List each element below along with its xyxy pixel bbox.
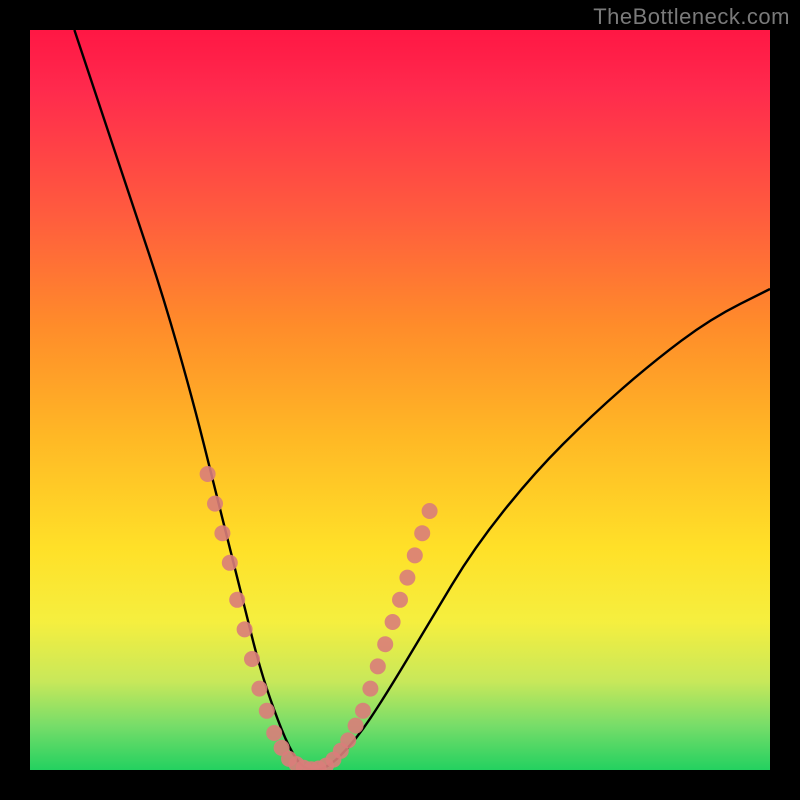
highlight-dot bbox=[399, 570, 415, 586]
highlight-dot bbox=[251, 681, 267, 697]
highlight-dot bbox=[348, 718, 364, 734]
chart-frame: TheBottleneck.com bbox=[0, 0, 800, 800]
highlight-dot bbox=[340, 732, 356, 748]
highlight-dot bbox=[222, 555, 238, 571]
highlight-dot bbox=[407, 547, 423, 563]
highlight-dot bbox=[355, 703, 371, 719]
highlight-dots bbox=[200, 466, 438, 770]
highlight-dot bbox=[259, 703, 275, 719]
highlight-dot bbox=[370, 658, 386, 674]
highlight-dot bbox=[422, 503, 438, 519]
chart-plot-area bbox=[30, 30, 770, 770]
highlight-dot bbox=[244, 651, 260, 667]
highlight-dot bbox=[207, 496, 223, 512]
highlight-dot bbox=[362, 681, 378, 697]
highlight-dot bbox=[229, 592, 245, 608]
highlight-dot bbox=[392, 592, 408, 608]
highlight-dot bbox=[200, 466, 216, 482]
highlight-dot bbox=[237, 621, 253, 637]
watermark-text: TheBottleneck.com bbox=[593, 4, 790, 30]
bottleneck-curve-svg bbox=[30, 30, 770, 770]
highlight-dot bbox=[266, 725, 282, 741]
highlight-dot bbox=[385, 614, 401, 630]
highlight-dot bbox=[214, 525, 230, 541]
curve-path bbox=[74, 30, 770, 770]
highlight-dot bbox=[377, 636, 393, 652]
highlight-dot bbox=[414, 525, 430, 541]
